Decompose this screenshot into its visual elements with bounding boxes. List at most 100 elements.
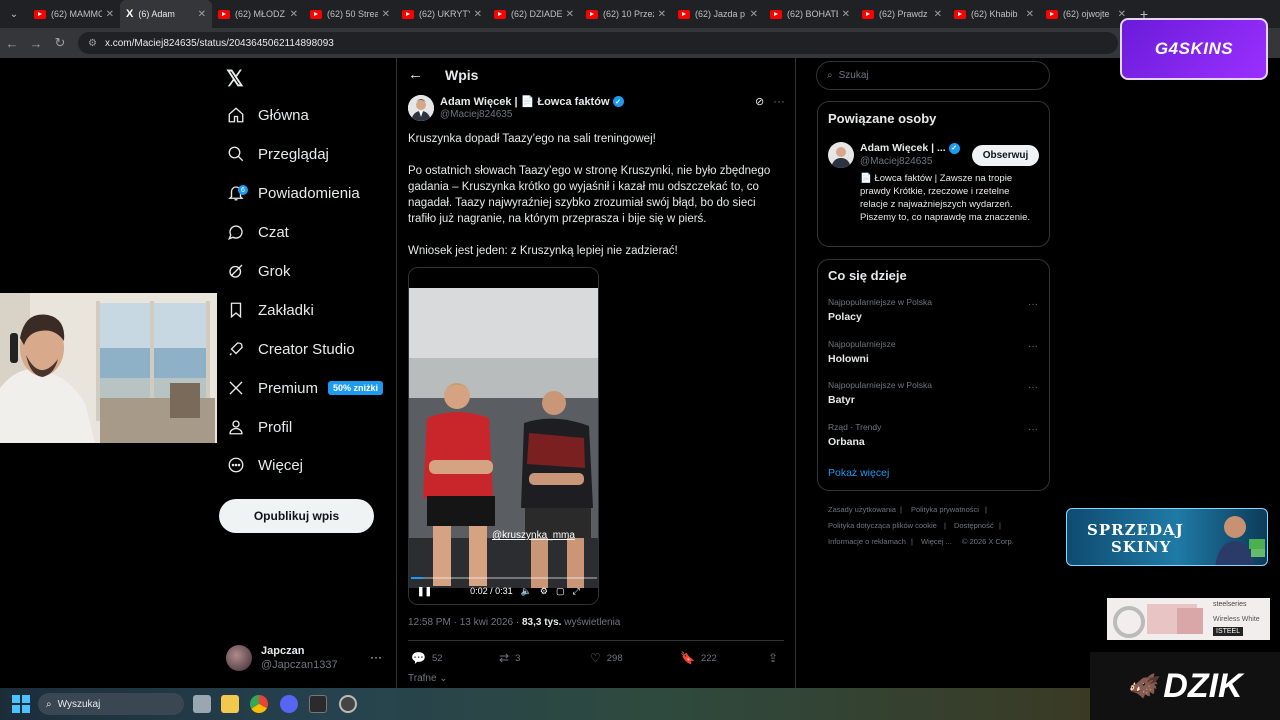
reply-button[interactable]: 💬 52 <box>411 651 443 665</box>
taskbar-search[interactable]: ⌕ Wyszukaj <box>38 693 184 715</box>
account-more-icon[interactable]: ··· <box>370 650 382 664</box>
reply-sort-dropdown[interactable]: Trafne ⌄ <box>408 673 448 684</box>
related-name-row[interactable]: Adam Więcek | ... ✓ <box>860 142 960 154</box>
footer-copyright: © 2026 X Corp. <box>962 537 1014 546</box>
follow-button[interactable]: Obserwuj <box>972 145 1039 166</box>
forward-nav-icon[interactable]: → <box>24 36 48 51</box>
grok-explain-icon[interactable]: ⊘ <box>755 95 764 108</box>
trend-item[interactable]: Rząd · Trendy Orbana ··· <box>828 422 1038 448</box>
volume-icon[interactable]: 🔈 <box>521 586 532 597</box>
pause-icon[interactable]: ❚❚ <box>417 586 432 597</box>
browser-tab[interactable]: (62) UKRYTY ✕ <box>396 0 488 28</box>
url-bar[interactable]: ⚙ x.com/Maciej824635/status/204364506211… <box>78 32 1118 54</box>
trend-item[interactable]: Najpopularniejsze w Polska Batyr ··· <box>828 380 1038 406</box>
like-button[interactable]: ♡ 298 <box>590 651 623 665</box>
browser-tab[interactable]: X (6) Adam ✕ <box>120 0 212 28</box>
author-name[interactable]: Adam Więcek | 📄 Łowca faktów <box>440 95 610 108</box>
footer-link-privacy[interactable]: Polityka prywatności <box>911 505 979 514</box>
footer-link-terms[interactable]: Zasady użytkowania <box>828 505 896 514</box>
trend-item[interactable]: Najpopularniejsze Holowni ··· <box>828 339 1038 365</box>
bookmark-button[interactable]: 🔖 222 <box>680 651 717 665</box>
browser-tab[interactable]: (62) 50 Strea ✕ <box>304 0 396 28</box>
tab-close-icon[interactable]: ✕ <box>934 9 942 20</box>
reload-icon[interactable]: ↻ <box>48 35 72 51</box>
author-name-row[interactable]: Adam Więcek | 📄 Łowca faktów ✓ <box>440 95 624 108</box>
tab-close-icon[interactable]: ✕ <box>474 9 482 20</box>
task-view-icon[interactable] <box>193 695 211 713</box>
show-more-link[interactable]: Pokaż więcej <box>828 467 889 479</box>
related-handle[interactable]: @Maciej824635 <box>860 156 932 167</box>
tab-list-chevron-icon[interactable]: ⌄ <box>0 0 28 28</box>
trend-more-icon[interactable]: ··· <box>1028 424 1038 435</box>
xbox-icon[interactable] <box>309 695 327 713</box>
trend-more-icon[interactable]: ··· <box>1028 341 1038 352</box>
trend-more-icon[interactable]: ··· <box>1028 299 1038 310</box>
nav-item-rocket[interactable]: Creator Studio <box>226 335 355 363</box>
footer-separator: | <box>985 505 987 514</box>
nav-item-chat[interactable]: Czat <box>226 218 289 246</box>
tab-close-icon[interactable]: ✕ <box>382 9 390 20</box>
trend-more-icon[interactable]: ··· <box>1028 382 1038 393</box>
tab-title: (62) MAMMO <box>51 9 102 19</box>
windows-start-icon[interactable] <box>12 695 30 713</box>
search-input[interactable]: ⌕ Szukaj <box>816 61 1050 90</box>
webcam-image <box>0 293 217 443</box>
trend-item[interactable]: Najpopularniejsze w Polska Polacy ··· <box>828 297 1038 323</box>
browser-tab[interactable]: (62) Jazda p ✕ <box>672 0 764 28</box>
nav-item-person[interactable]: Profil <box>226 413 292 441</box>
footer-link-more[interactable]: Więcej ... <box>921 537 952 546</box>
nav-item-grok[interactable]: Grok <box>226 257 291 285</box>
tab-close-icon[interactable]: ✕ <box>290 9 298 20</box>
related-name[interactable]: Adam Więcek | ... <box>860 142 946 154</box>
share-button[interactable]: ⇪ <box>768 651 784 665</box>
settings-icon[interactable]: ⚙ <box>540 586 548 597</box>
discord-icon[interactable] <box>280 695 298 713</box>
browser-tab[interactable]: (62) ojwojte ✕ <box>1040 0 1132 28</box>
browser-tab[interactable]: (62) 10 Przez ✕ <box>580 0 672 28</box>
browser-tab[interactable]: (62) DZIADE ✕ <box>488 0 580 28</box>
x-logo-icon[interactable]: 𝕏 <box>226 66 244 92</box>
nav-item-bell[interactable]: 6 Powiadomienia <box>226 179 360 207</box>
tab-close-icon[interactable]: ✕ <box>106 9 114 20</box>
account-switcher[interactable]: Japczan @Japczan1337 ··· <box>226 644 386 674</box>
tab-close-icon[interactable]: ✕ <box>198 9 206 20</box>
chrome-icon[interactable] <box>250 695 268 713</box>
tab-close-icon[interactable]: ✕ <box>658 9 666 20</box>
video-progress-bar[interactable] <box>411 577 597 579</box>
url-text[interactable]: x.com/Maciej824635/status/20436450621148… <box>105 38 334 49</box>
related-avatar[interactable] <box>828 142 854 168</box>
site-info-icon[interactable]: ⚙ <box>88 38 97 49</box>
browser-tab[interactable]: (62) MAMMO ✕ <box>28 0 120 28</box>
tab-close-icon[interactable]: ✕ <box>750 9 758 20</box>
footer-link-cookies[interactable]: Polityka dotycząca plików cookie <box>828 521 937 530</box>
webcam-overlay <box>0 293 217 443</box>
back-arrow-icon[interactable]: ← <box>408 66 423 83</box>
author-handle[interactable]: @Maciej824635 <box>440 109 512 120</box>
tab-close-icon[interactable]: ✕ <box>566 9 574 20</box>
footer-link-accessibility[interactable]: Dostępność <box>954 521 994 530</box>
obs-icon[interactable] <box>339 695 357 713</box>
nav-item-bookmark[interactable]: Zakładki <box>226 296 314 324</box>
nav-item-x-premium[interactable]: Premium 50% zniżki <box>226 374 384 402</box>
back-nav-icon[interactable]: ← <box>0 36 24 51</box>
tab-close-icon[interactable]: ✕ <box>842 9 850 20</box>
nav-item-more-circle[interactable]: Więcej <box>226 451 303 479</box>
file-explorer-icon[interactable] <box>221 695 239 713</box>
footer-link-ads[interactable]: Informacje o reklamach <box>828 537 906 546</box>
video-player[interactable]: @kruszynka_mma ❚❚ 0:02 / 0:31 🔈 ⚙ ▢ ⤢ <box>408 267 599 605</box>
author-avatar[interactable] <box>408 95 434 121</box>
nav-item-home[interactable]: Główna <box>226 101 309 129</box>
browser-tab[interactable]: (62) MŁODZ ✕ <box>212 0 304 28</box>
tab-close-icon[interactable]: ✕ <box>1026 9 1034 20</box>
post-button[interactable]: Opublikuj wpis <box>219 499 374 533</box>
nav-item-search[interactable]: Przeglądaj <box>226 140 329 168</box>
fullscreen-icon[interactable]: ⤢ <box>572 586 579 597</box>
post-timestamp[interactable]: 12:58 PM · 13 kwi 2026 · <box>408 617 522 628</box>
post-more-icon[interactable]: ··· <box>773 94 785 108</box>
repost-button[interactable]: ⇄ 3 <box>499 651 520 665</box>
browser-tab[interactable]: (62) BOHATE ✕ <box>764 0 856 28</box>
browser-tab[interactable]: (62) Prawdz ✕ <box>856 0 948 28</box>
pip-icon[interactable]: ▢ <box>556 586 565 597</box>
tab-title: (62) Prawdz <box>879 9 928 19</box>
browser-tab[interactable]: (62) Khabib ✕ <box>948 0 1040 28</box>
